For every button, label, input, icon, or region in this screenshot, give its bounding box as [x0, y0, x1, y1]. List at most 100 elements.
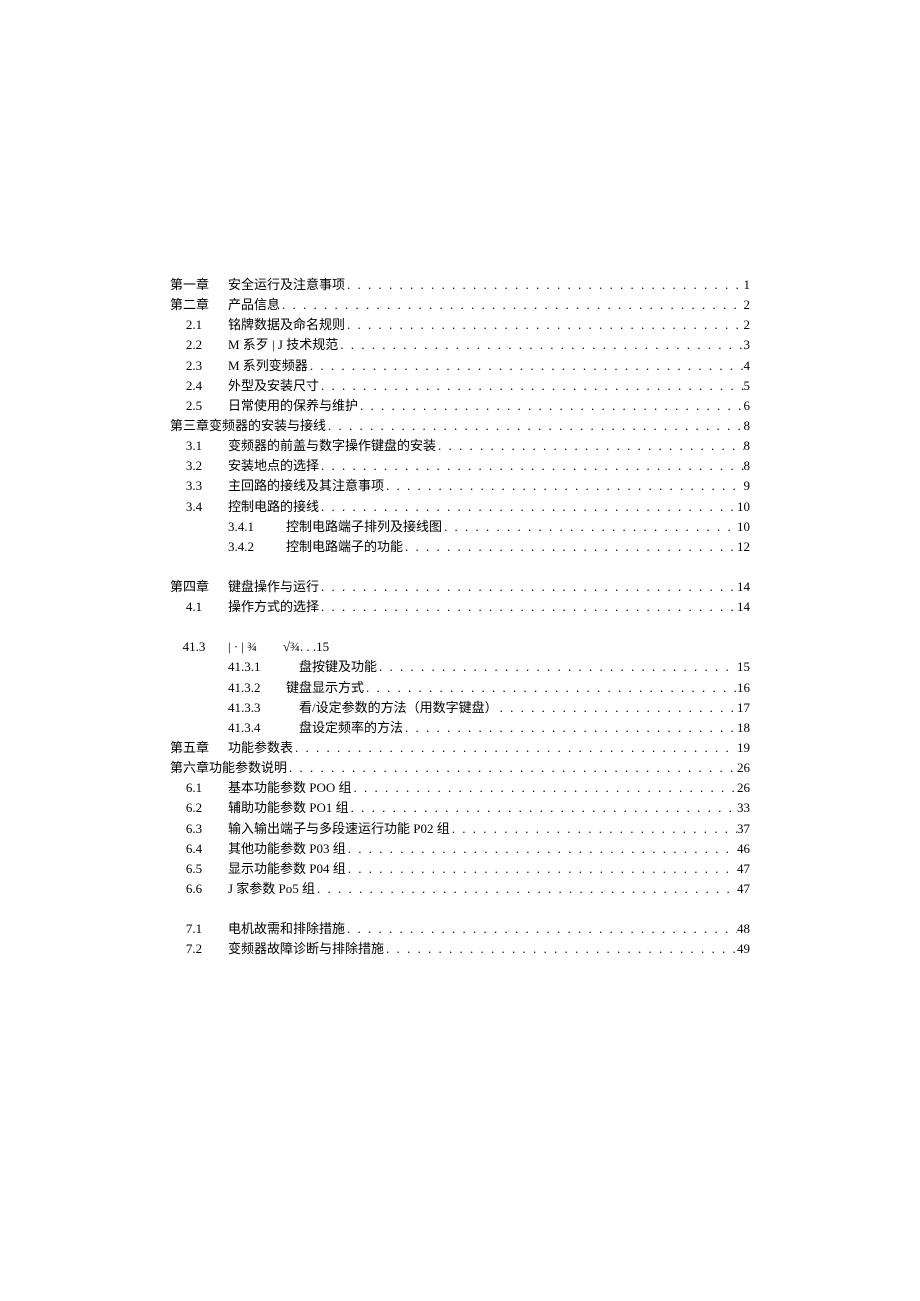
toc-leader-dots: [326, 416, 743, 436]
toc-leader-dots: [346, 839, 737, 859]
toc-entry: 41.3.4 盘设定频率的方法 18: [170, 718, 750, 738]
toc-title: 功能参数表: [228, 738, 293, 758]
toc-section-number: 41.3: [170, 637, 228, 657]
toc-leader-dots: [498, 698, 737, 718]
toc-leader-dots: [384, 939, 737, 959]
blank-line: [170, 557, 750, 577]
toc-page-number: 2: [744, 295, 751, 315]
toc-entry: 3.4.2控制电路端子的功能12: [170, 537, 750, 557]
toc-title: 输入输出端子与多段速运行功能 P02 组: [228, 819, 450, 839]
toc-leader-dots: [346, 859, 737, 879]
toc-page-number: 3: [744, 335, 751, 355]
toc-title: J 家参数 Po5 组: [228, 879, 315, 899]
toc-section-number: 41.3.4: [228, 718, 286, 738]
toc-page-number: 46: [737, 839, 750, 859]
toc-section-number: 第一章: [170, 275, 228, 295]
toc-entry: 第六章功能参数说明26: [170, 758, 750, 778]
toc-section-number: 2.1: [170, 315, 228, 335]
toc-entry: 41.3.3 看/设定参数的方法（用数字键盘）17: [170, 698, 750, 718]
toc-leader-dots: [358, 396, 743, 416]
toc-page-number: 10: [737, 517, 750, 537]
toc-page-number: 14: [737, 597, 750, 617]
toc-title: 控制电路端子排列及接线图: [286, 517, 442, 537]
toc-entry: 第五章功能参数表 19: [170, 738, 750, 758]
toc-section-number: 2.2: [170, 335, 228, 355]
toc-entry: 3.4控制电路的接线10: [170, 497, 750, 517]
toc-title: 产品信息: [228, 295, 280, 315]
toc-leader-dots: [308, 356, 744, 376]
toc-leader-dots: [403, 718, 737, 738]
toc-title: M 系歹 | J 技术规范: [228, 335, 338, 355]
toc-page-number: 18: [737, 718, 750, 738]
toc-entry: 第四章键盘操作与运行14: [170, 577, 750, 597]
toc-entry: 41.3| · | ¾ √¾. . .15: [170, 637, 750, 657]
toc-page-number: 16: [737, 678, 750, 698]
toc-title: 盘按键及功能: [286, 657, 377, 677]
toc-section-number: 6.5: [170, 859, 228, 879]
toc-section-number: 3.1: [170, 436, 228, 456]
toc-leader-dots: [450, 819, 737, 839]
toc-leader-dots: [403, 537, 737, 557]
toc-leader-dots: [345, 315, 743, 335]
toc-page-number: 8: [744, 416, 751, 436]
toc-section-number: 41.3.2: [228, 678, 286, 698]
toc-section-number: 2.4: [170, 376, 228, 396]
toc-leader-dots: [364, 678, 737, 698]
toc-title: 其他功能参数 P03 组: [228, 839, 346, 859]
toc-entry: 第二章产品信息2: [170, 295, 750, 315]
toc-leader-dots: [345, 919, 737, 939]
toc-section-number: 7.1: [170, 919, 228, 939]
toc-page-number: 6: [744, 396, 751, 416]
toc-entry: 41.3.1 盘按键及功能 15: [170, 657, 750, 677]
toc-section-number: 3.4.1: [228, 517, 286, 537]
toc-entry: 第一章安全运行及注意事项1: [170, 275, 750, 295]
toc-leader-dots: [345, 275, 743, 295]
toc-entry: 2.1铭牌数据及命名规则2: [170, 315, 750, 335]
toc-title: 盘设定频率的方法: [286, 718, 403, 738]
toc-title: M 系列变频器: [228, 356, 308, 376]
toc-title: 控制电路的接线: [228, 497, 319, 517]
toc-page-number: 10: [737, 497, 750, 517]
toc-entry: 3.4.1控制电路端子排列及接线图 10: [170, 517, 750, 537]
toc-leader-dots: [315, 879, 737, 899]
toc-section-number: 第五章: [170, 738, 228, 758]
toc-section-number: 第四章: [170, 577, 228, 597]
toc-page-number: 47: [737, 859, 750, 879]
toc-entry: 6.6J 家参数 Po5 组47: [170, 879, 750, 899]
toc-leader-dots: [293, 738, 737, 758]
toc-section-number: 41.3.1: [228, 657, 286, 677]
toc-title: 基本功能参数 POO 组: [228, 778, 352, 798]
toc-title: 铭牌数据及命名规则: [228, 315, 345, 335]
toc-leader-dots: [436, 436, 743, 456]
toc-title: 操作方式的选择: [228, 597, 319, 617]
toc-section-number: 6.1: [170, 778, 228, 798]
toc-page-number: 26: [737, 778, 750, 798]
toc-section-number: 3.3: [170, 476, 228, 496]
toc-page-number: 4: [744, 356, 751, 376]
toc-title: 第六章功能参数说明: [170, 758, 287, 778]
toc-leader-dots: [352, 778, 737, 798]
toc-page-number: 19: [737, 738, 750, 758]
toc-page-number: 15: [737, 657, 750, 677]
toc-title: 键盘显示方式: [286, 678, 364, 698]
toc-section-number: 2.5: [170, 396, 228, 416]
toc-title: 键盘操作与运行: [228, 577, 319, 597]
toc-entry: 2.2M 系歹 | J 技术规范 3: [170, 335, 750, 355]
toc-title: 变频器的前盖与数字操作键盘的安装: [228, 436, 436, 456]
toc-entry: 2.4外型及安装尺寸5: [170, 376, 750, 396]
toc-entry: 6.2辅助功能参数 PO1 组33: [170, 798, 750, 818]
toc-entry: 6.4其他功能参数 P03 组46: [170, 839, 750, 859]
toc-title: 第三章变频器的安装与接线: [170, 416, 326, 436]
toc-entry: 2.3M 系列变频器4: [170, 356, 750, 376]
toc-leader-dots: [442, 517, 737, 537]
table-of-contents: 第一章安全运行及注意事项1第二章产品信息22.1铭牌数据及命名规则22.2M 系…: [170, 275, 750, 959]
blank-line: [170, 617, 750, 637]
toc-entry: 41.3.2键盘显示方式 16: [170, 678, 750, 698]
toc-leader-dots: [287, 758, 737, 778]
toc-page-number: 33: [737, 798, 750, 818]
toc-title: | · | ¾ √¾. . .15: [228, 637, 329, 657]
toc-leader-dots: [384, 476, 743, 496]
toc-title: 安装地点的选择: [228, 456, 319, 476]
toc-page-number: 8: [744, 436, 751, 456]
toc-page-number: 12: [737, 537, 750, 557]
